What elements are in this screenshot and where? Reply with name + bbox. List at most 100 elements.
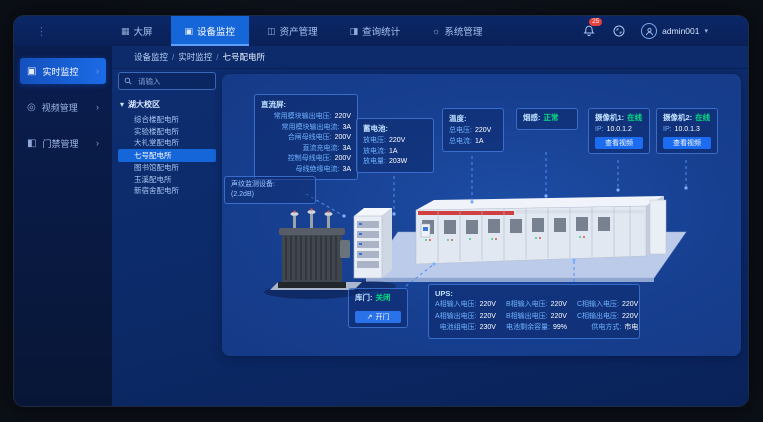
row-value: 220V <box>551 300 567 311</box>
tab-dashboard[interactable]: ▦ 大屏 <box>107 16 167 46</box>
data-row: 合闸母线电压:200V <box>261 133 351 144</box>
tab-device-monitoring[interactable]: ▣ 设备监控 <box>171 16 250 46</box>
data-row: 放电量:203W <box>363 157 427 168</box>
row-label: B相输出电压: <box>506 312 548 323</box>
tree-item[interactable]: 综合楼配电所 <box>118 114 216 126</box>
monitor-frame: ⋮ ▦ 大屏 ▣ 设备监控 ◫ 资产管理 ◨ 查询统计 <box>0 0 763 422</box>
drag-handle-icon: ⋮ <box>36 25 45 38</box>
top-right-cluster: 25 admin001 ▾ <box>581 23 708 39</box>
tree-item[interactable]: 实验楼配电所 <box>118 126 216 138</box>
notification-bell-icon[interactable]: 25 <box>581 23 597 39</box>
data-row: 烟感: 正常 <box>523 113 571 124</box>
data-row: 总电流:1A <box>449 137 497 148</box>
row-value: 3A <box>342 165 351 176</box>
fullscreen-glyph <box>613 25 625 37</box>
row-value: 220V <box>622 300 638 311</box>
fullscreen-icon[interactable] <box>611 23 627 39</box>
data-row: 电池剩余容量:99% <box>506 323 567 334</box>
station-tree: ▾ 湖大校区 综合楼配电所 实验楼配电所 大礼堂配电所 七号配电所 图书馆配电所… <box>118 72 216 197</box>
tree-item[interactable]: 玉溪配电所 <box>118 174 216 186</box>
tab-query-statistics[interactable]: ◨ 查询统计 <box>336 16 415 46</box>
row-value: 220V <box>551 312 567 323</box>
panel-title: 库门: <box>355 293 373 304</box>
data-row: 直流充电流:3A <box>261 144 351 155</box>
view-video-button[interactable]: 查看视频 <box>663 137 711 149</box>
app-window: ⋮ ▦ 大屏 ▣ 设备监控 ◫ 资产管理 ◨ 查询统计 <box>14 16 748 406</box>
open-door-button[interactable]: ↗ 开门 <box>355 311 401 323</box>
view-video-button[interactable]: 查看视频 <box>595 137 643 149</box>
row-label: 电池剩余容量: <box>506 323 550 334</box>
row-value: 220V <box>480 300 496 311</box>
row-label: 直流充电流: <box>302 144 339 155</box>
data-row: 摄像机2: 在线 <box>663 113 711 124</box>
row-label: 控制母线电压: <box>288 154 332 165</box>
data-row: C相输出电压:220V <box>577 312 638 323</box>
status-badge: 正常 <box>544 113 559 124</box>
chart-icon: ◨ <box>350 26 359 37</box>
row-label: A相输入电压: <box>435 300 477 311</box>
sidebar-item-realtime-monitoring[interactable]: ▣ 实时监控 › <box>20 58 106 84</box>
data-row: 常用模块输出电流:3A <box>261 123 351 134</box>
panel-title: 直流屏: <box>261 99 351 110</box>
row-value: 1A <box>389 147 398 158</box>
panel-title: 摄像机2: <box>663 113 692 124</box>
row-label: 常用模块输出电压: <box>274 112 332 123</box>
open-door-label: 开门 <box>375 312 389 322</box>
monitor-icon: ▣ <box>185 26 194 37</box>
data-row: C相输入电压:220V <box>577 300 638 311</box>
camera-ip-row: IP: 10.0.1.3 <box>663 126 711 133</box>
breadcrumb: 设备监控 / 实时监控 / 七号配电所 <box>112 46 748 69</box>
sidebar-item-video-management[interactable]: ◎ 视频管理 › <box>20 94 106 120</box>
door-panel: 库门: 关闭 ↗ 开门 <box>348 288 408 328</box>
sound-monitor-annotation: 声纹监测设备: (2.2dB) <box>224 176 316 204</box>
user-menu[interactable]: admin001 ▾ <box>641 23 708 39</box>
tab-label: 设备监控 <box>197 24 235 38</box>
breadcrumb-item[interactable]: 实时监控 <box>174 51 216 63</box>
row-label: 母线绝缘电流: <box>295 165 339 176</box>
tree-search-input[interactable] <box>136 76 210 87</box>
breadcrumb-item[interactable]: 设备监控 <box>112 51 172 63</box>
panel-title: 摄像机1: <box>595 113 624 124</box>
tab-label: 查询统计 <box>362 24 400 38</box>
row-value: 200V <box>335 154 351 165</box>
row-label: 总电压: <box>449 126 472 137</box>
tab-system-management[interactable]: ☼ 系统管理 <box>418 16 496 46</box>
camera1-panel: 摄像机1: 在线 IP: 10.0.1.2 查看视频 <box>588 108 650 154</box>
tree-item-selected[interactable]: 七号配电所 <box>118 149 216 163</box>
tab-asset-management[interactable]: ◫ 资产管理 <box>253 16 332 46</box>
status-badge: 在线 <box>627 113 642 124</box>
data-row: 母线绝缘电流:3A <box>261 165 351 176</box>
panel-title: 温度: <box>449 113 497 124</box>
tree-item[interactable]: 大礼堂配电所 <box>118 137 216 149</box>
tree-item[interactable]: 新宿舍配电所 <box>118 185 216 197</box>
row-label: 放电量: <box>363 157 386 168</box>
tree-root-label: 湖大校区 <box>128 99 160 110</box>
row-label: 总电流: <box>449 137 472 148</box>
tab-label: 系统管理 <box>444 24 482 38</box>
status-badge: 在线 <box>695 113 710 124</box>
row-value: 200V <box>335 133 351 144</box>
sidebar-item-label: 视频管理 <box>42 101 78 114</box>
row-value: 3A <box>342 123 351 134</box>
data-row: 库门: 关闭 <box>355 293 401 304</box>
row-label: 放电流: <box>363 147 386 158</box>
door-icon: ◧ <box>27 138 36 149</box>
row-value: 230V <box>480 323 496 334</box>
person-icon <box>645 27 654 36</box>
sidebar-item-access-control[interactable]: ◧ 门禁管理 › <box>20 130 106 156</box>
caret-down-icon: ▾ <box>120 100 124 109</box>
temperature-panel: 温度: 总电压:220V 总电流:1A <box>442 108 504 152</box>
battery-panel: 蓄电池: 放电压:220V 放电流:1A 放电量:203W <box>356 118 434 173</box>
smoke-sensor-panel: 烟感: 正常 <box>516 108 578 130</box>
tree-item[interactable]: 图书馆配电所 <box>118 162 216 174</box>
gear-icon: ☼ <box>432 26 440 36</box>
row-label: B相输入电压: <box>506 300 548 311</box>
chevron-down-icon: ▾ <box>704 27 708 35</box>
sidebar-item-label: 门禁管理 <box>42 137 78 150</box>
row-label: 供电方式: <box>591 323 621 334</box>
data-row: A相输出电压:220V <box>435 312 496 323</box>
data-row: 控制母线电压:200V <box>261 154 351 165</box>
tree-root-node[interactable]: ▾ 湖大校区 <box>120 99 216 110</box>
chevron-right-icon: › <box>96 102 99 112</box>
camera2-panel: 摄像机2: 在线 IP: 10.0.1.3 查看视频 <box>656 108 718 154</box>
